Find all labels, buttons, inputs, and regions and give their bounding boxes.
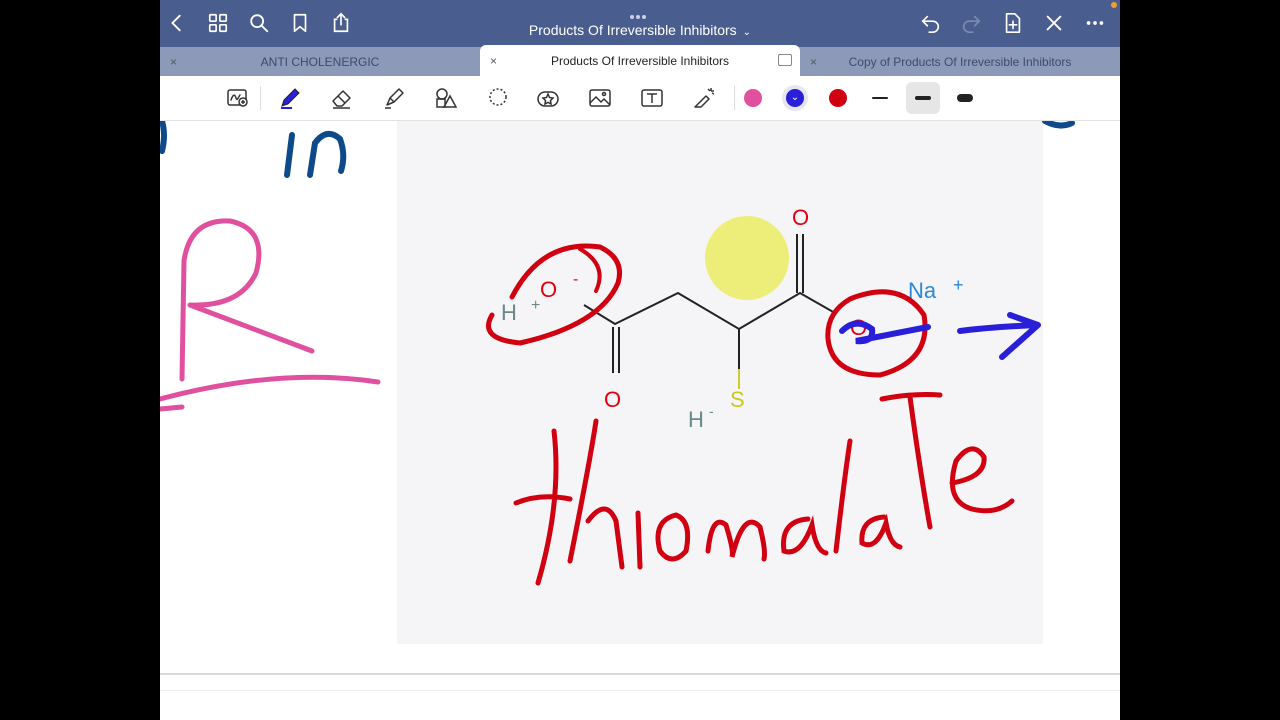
- tab-label: Copy of Products Of Irreversible Inhibit…: [848, 54, 1072, 69]
- tab-close-icon[interactable]: ×: [810, 55, 817, 69]
- laser-pointer-icon[interactable]: [690, 84, 718, 112]
- tab-products-of-irreversible-inhibitors[interactable]: × Products Of Irreversible Inhibitors: [480, 45, 800, 76]
- lasso-icon[interactable]: [484, 84, 512, 112]
- document-title: Products Of Irreversible Inhibitors: [528, 22, 737, 38]
- tab-copy-of-products[interactable]: × Copy of Products Of Irreversible Inhib…: [800, 47, 1120, 76]
- color-swatch-pink[interactable]: [744, 89, 762, 107]
- stroke-thin-button[interactable]: [863, 82, 897, 114]
- note-canvas[interactable]: O O O - H + O Na + S H -: [160, 121, 1120, 673]
- image-icon[interactable]: [586, 84, 614, 112]
- color-swatch-blue[interactable]: ⌄: [786, 89, 804, 107]
- redo-icon[interactable]: [958, 10, 984, 36]
- close-icon[interactable]: [1041, 10, 1067, 36]
- multitask-grabber[interactable]: [630, 6, 650, 19]
- tab-anti-cholenergic[interactable]: × ANTI CHOLENERGIC: [160, 47, 480, 76]
- chevron-down-icon: ⌄: [742, 27, 752, 38]
- undo-icon[interactable]: [918, 10, 944, 36]
- tab-bar: × ANTI CHOLENERGIC × Products Of Irrever…: [160, 45, 1120, 76]
- add-page-icon[interactable]: [1000, 10, 1026, 36]
- tab-label: ANTI CHOLENERGIC: [260, 54, 380, 69]
- text-icon[interactable]: [638, 84, 666, 112]
- split-view-icon[interactable]: [778, 54, 792, 66]
- toolbar-separator: [734, 86, 735, 110]
- highlighter-icon[interactable]: [380, 84, 408, 112]
- stroke-medium-button[interactable]: [906, 82, 940, 114]
- page-divider: [160, 673, 1120, 675]
- toolbar-separator: [260, 86, 261, 110]
- app-window: Products Of Irreversible Inhibitors ⌄ × A…: [160, 0, 1120, 720]
- pen-icon[interactable]: [276, 84, 304, 112]
- eraser-icon[interactable]: [328, 84, 356, 112]
- next-page[interactable]: [160, 690, 1120, 720]
- shapes-icon[interactable]: [432, 84, 460, 112]
- elements-icon[interactable]: [534, 84, 562, 112]
- tab-label: Products Of Irreversible Inhibitors: [550, 53, 730, 68]
- ink-layer: [160, 121, 1075, 586]
- tab-close-icon[interactable]: ×: [490, 54, 497, 68]
- more-options-icon[interactable]: [1082, 10, 1108, 36]
- tab-close-icon[interactable]: ×: [170, 55, 177, 69]
- zoom-box-icon[interactable]: [224, 84, 252, 112]
- color-swatch-red[interactable]: [829, 89, 847, 107]
- drawing-toolbar: ⌄: [160, 76, 1120, 121]
- stroke-thick-button[interactable]: [948, 82, 982, 114]
- notification-dot: [1111, 2, 1117, 8]
- title-bar: Products Of Irreversible Inhibitors ⌄: [160, 0, 1120, 47]
